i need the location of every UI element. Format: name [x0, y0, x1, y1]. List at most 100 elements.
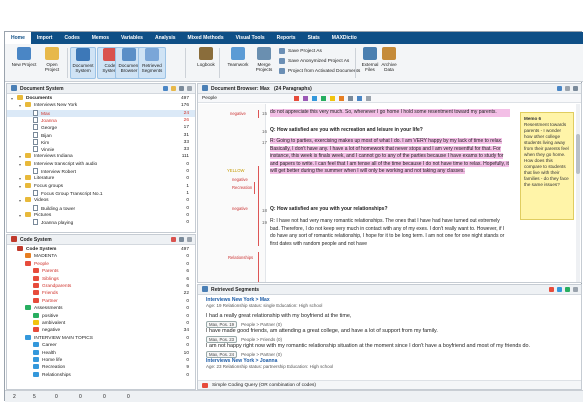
code-tree-row[interactable]: negative 34 [7, 327, 195, 334]
project-from-activated-button[interactable]: Project from Activated Documents [279, 68, 360, 74]
expand-icon[interactable]: ▾ [19, 183, 21, 190]
document-tree-row[interactable]: Vinnie 33 [7, 146, 195, 153]
margin-code-tag[interactable]: negative [230, 111, 246, 116]
code-tree-row[interactable]: People 0 [7, 260, 195, 268]
menu-codes[interactable]: Codes [58, 32, 85, 44]
expand-icon[interactable]: ▾ [19, 175, 21, 182]
code-green-icon[interactable] [321, 96, 326, 101]
memo-note[interactable]: Memo 6 Resentment towards parents - I wo… [520, 112, 574, 220]
document-tree-row[interactable]: Kim 33 [7, 138, 195, 146]
document-system-button[interactable]: Document System [70, 47, 96, 79]
menu-home[interactable]: Home [5, 32, 31, 44]
code-yellow-icon[interactable] [330, 96, 335, 101]
paragraph[interactable]: R: Going to parties, exercising makes up… [270, 138, 510, 176]
document-tree-row[interactable]: ▾ Focus groups 1 [7, 182, 195, 190]
margin-code-tag[interactable]: negative [232, 206, 248, 211]
code-tree-row[interactable]: ambivalent 0 [7, 320, 195, 327]
segment-group-header[interactable]: Interviews New York > Max Age: 19 Relatio… [206, 297, 573, 308]
margin-code-tag[interactable]: negative [232, 177, 248, 182]
paragraph[interactable]: R: I have not had very many romantic rel… [270, 218, 510, 278]
code-tree-row[interactable]: Friends 22 [7, 290, 195, 297]
close-icon[interactable] [573, 86, 578, 91]
code-tree-row[interactable]: Code System 497 [7, 246, 195, 253]
code-tree-row[interactable]: Assessments 0 [7, 305, 195, 312]
document-tree-row[interactable]: ▾ Literature 0 [7, 175, 195, 182]
folder-icon[interactable] [171, 86, 176, 91]
document-tree-row[interactable]: ▾ Interviews New York 176 [7, 102, 195, 109]
retrieved-segment[interactable]: I am not happy right now with my romanti… [206, 343, 573, 358]
filter-icon[interactable] [549, 287, 554, 292]
memo-icon[interactable] [348, 96, 353, 101]
logbook-button[interactable]: Logbook [193, 47, 219, 79]
document-tree-row[interactable]: Bijan 31 [7, 131, 195, 139]
settings-icon[interactable] [187, 86, 192, 91]
code-tree-row[interactable]: Recreation 9 [7, 364, 195, 371]
excel-export-icon[interactable] [565, 287, 570, 292]
code-tree-row[interactable]: Partner 0 [7, 297, 195, 305]
merge-projects-button[interactable]: Merge Projects [251, 47, 277, 79]
expand-icon[interactable]: ▾ [19, 102, 21, 109]
settings-icon[interactable] [187, 237, 192, 242]
document-tree-row[interactable]: ▾ Documents 497 [7, 95, 195, 102]
activate-icon[interactable] [163, 86, 168, 91]
highlight-icon[interactable] [339, 96, 344, 101]
menu-maxdictio[interactable]: MAXDictio [326, 32, 363, 44]
code-tree-row[interactable]: INTERVIEW MAIN TOPICS 0 [7, 334, 195, 342]
search-icon[interactable] [179, 237, 184, 242]
code-tree-row[interactable]: Career 0 [7, 342, 195, 349]
new-code-icon[interactable] [171, 237, 176, 242]
code-tree-row[interactable]: Parents 6 [7, 268, 195, 275]
code-blue-icon[interactable] [312, 96, 317, 101]
margin-code-tag[interactable]: YELLOW [227, 168, 244, 173]
margin-code-tag[interactable]: Relationships [228, 255, 253, 260]
code-tree-row[interactable]: positive 0 [7, 312, 195, 320]
document-tree-row[interactable]: ▾ Videos 0 [7, 197, 195, 204]
expand-icon[interactable]: ▾ [19, 161, 21, 168]
document-tree-row[interactable]: Max 24 [7, 109, 195, 117]
code-selector[interactable]: People [202, 96, 217, 101]
menu-memos[interactable]: Memos [86, 32, 115, 44]
document-tree-row[interactable]: ▾ Pictures 0 [7, 211, 195, 219]
retrieved-segment[interactable]: I have made good friends, am attending a… [206, 328, 573, 343]
code-tree-row[interactable]: Home life 0 [7, 357, 195, 364]
document-tree-row[interactable]: Joanna 26 [7, 116, 195, 124]
settings-icon[interactable] [573, 287, 578, 292]
paragraph-question[interactable]: Q: How satisfied are you with your relat… [270, 206, 510, 214]
teamwork-button[interactable]: Teamwork [223, 47, 253, 79]
code-tree-row[interactable]: Health 10 [7, 349, 195, 357]
segment-group-header[interactable]: Interviews New York > Joanna Age: 23 Rela… [206, 358, 573, 369]
open-project-button[interactable]: Open Project [39, 47, 65, 79]
document-tree-row[interactable]: Interview Robert 0 [7, 168, 195, 175]
print-icon[interactable] [557, 86, 562, 91]
export-icon[interactable] [565, 86, 570, 91]
save-anonymized-button[interactable]: Save Anonymized Project As [279, 58, 349, 64]
expand-icon[interactable]: ▾ [19, 212, 21, 219]
segment-source-chip[interactable]: Max, Pos. 23 [206, 336, 238, 343]
menu-analysis[interactable]: Analysis [149, 32, 182, 44]
expand-icon[interactable]: ▾ [19, 153, 21, 160]
menu-import[interactable]: Import [31, 32, 59, 44]
document-tree-row[interactable]: Focus Group Transcript No.1 1 [7, 189, 195, 197]
new-project-button[interactable]: New Project [11, 47, 37, 79]
segment-source-chip[interactable]: Max, Pos. 24 [206, 351, 238, 358]
menu-reports[interactable]: Reports [271, 32, 302, 44]
segment-source-chip[interactable]: Max, Pos. 19 [206, 321, 238, 328]
paragraph-question[interactable]: Q: How satisfied are you with recreation… [270, 127, 510, 135]
menu-stats[interactable]: Stats [302, 32, 326, 44]
menu-mixed-methods[interactable]: Mixed Methods [182, 32, 230, 44]
document-tree-row[interactable]: ▾ Interviews Indiana 111 [7, 153, 195, 160]
search-icon[interactable] [179, 86, 184, 91]
scrollbar-thumb[interactable] [576, 134, 580, 174]
archive-data-button[interactable]: Archive Data [376, 47, 402, 79]
margin-code-tag[interactable]: Recreation [232, 185, 252, 190]
document-tree-row[interactable]: ▾ Interview transcript with audio 0 [7, 160, 195, 168]
code-red-icon[interactable] [294, 96, 299, 101]
save-project-as-button[interactable]: Save Project As [279, 48, 322, 54]
code-tree-row[interactable]: MADENTA 0 [7, 253, 195, 260]
list-view-icon[interactable] [557, 287, 562, 292]
paragraph[interactable]: do not appreciate this very much. So, wh… [270, 109, 510, 117]
code-tree-row[interactable]: Grandparents 6 [7, 283, 195, 290]
expand-icon[interactable]: ▾ [19, 197, 21, 204]
scrollbar[interactable] [576, 104, 580, 282]
code-purple-icon[interactable] [303, 96, 308, 101]
